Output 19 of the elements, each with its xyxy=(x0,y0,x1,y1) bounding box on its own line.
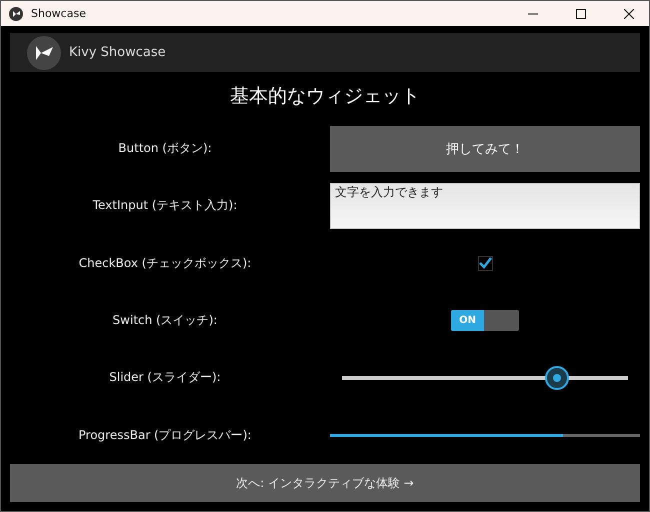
page-heading: 基本的なウィジェット xyxy=(229,84,421,109)
close-icon xyxy=(624,8,634,18)
slider-thumb[interactable] xyxy=(544,366,568,390)
app-title: Kivy Showcase xyxy=(69,45,166,60)
text-input-field[interactable]: 文字を入力できます xyxy=(330,182,640,229)
maximize-icon xyxy=(576,8,586,18)
check-icon xyxy=(478,257,492,270)
field-label: Button (ボタン): xyxy=(117,140,213,158)
app-icon xyxy=(9,6,23,20)
field-label: Switch (スイッチ): xyxy=(112,312,218,330)
checkbox[interactable] xyxy=(478,256,492,271)
logo-icon xyxy=(27,36,61,70)
window-title: Showcase xyxy=(31,7,87,20)
press-button[interactable]: 押してみて！ xyxy=(330,126,640,172)
next-button[interactable]: 次へ: インタラクティブな体験 → xyxy=(10,464,640,502)
field-label: TextInput (テキスト入力): xyxy=(92,197,238,214)
field-label: Slider (スライダー): xyxy=(108,369,222,386)
field-label: ProgressBar (プログレスバー): xyxy=(78,426,252,444)
field-label: CheckBox (チェックボックス): xyxy=(78,254,252,272)
